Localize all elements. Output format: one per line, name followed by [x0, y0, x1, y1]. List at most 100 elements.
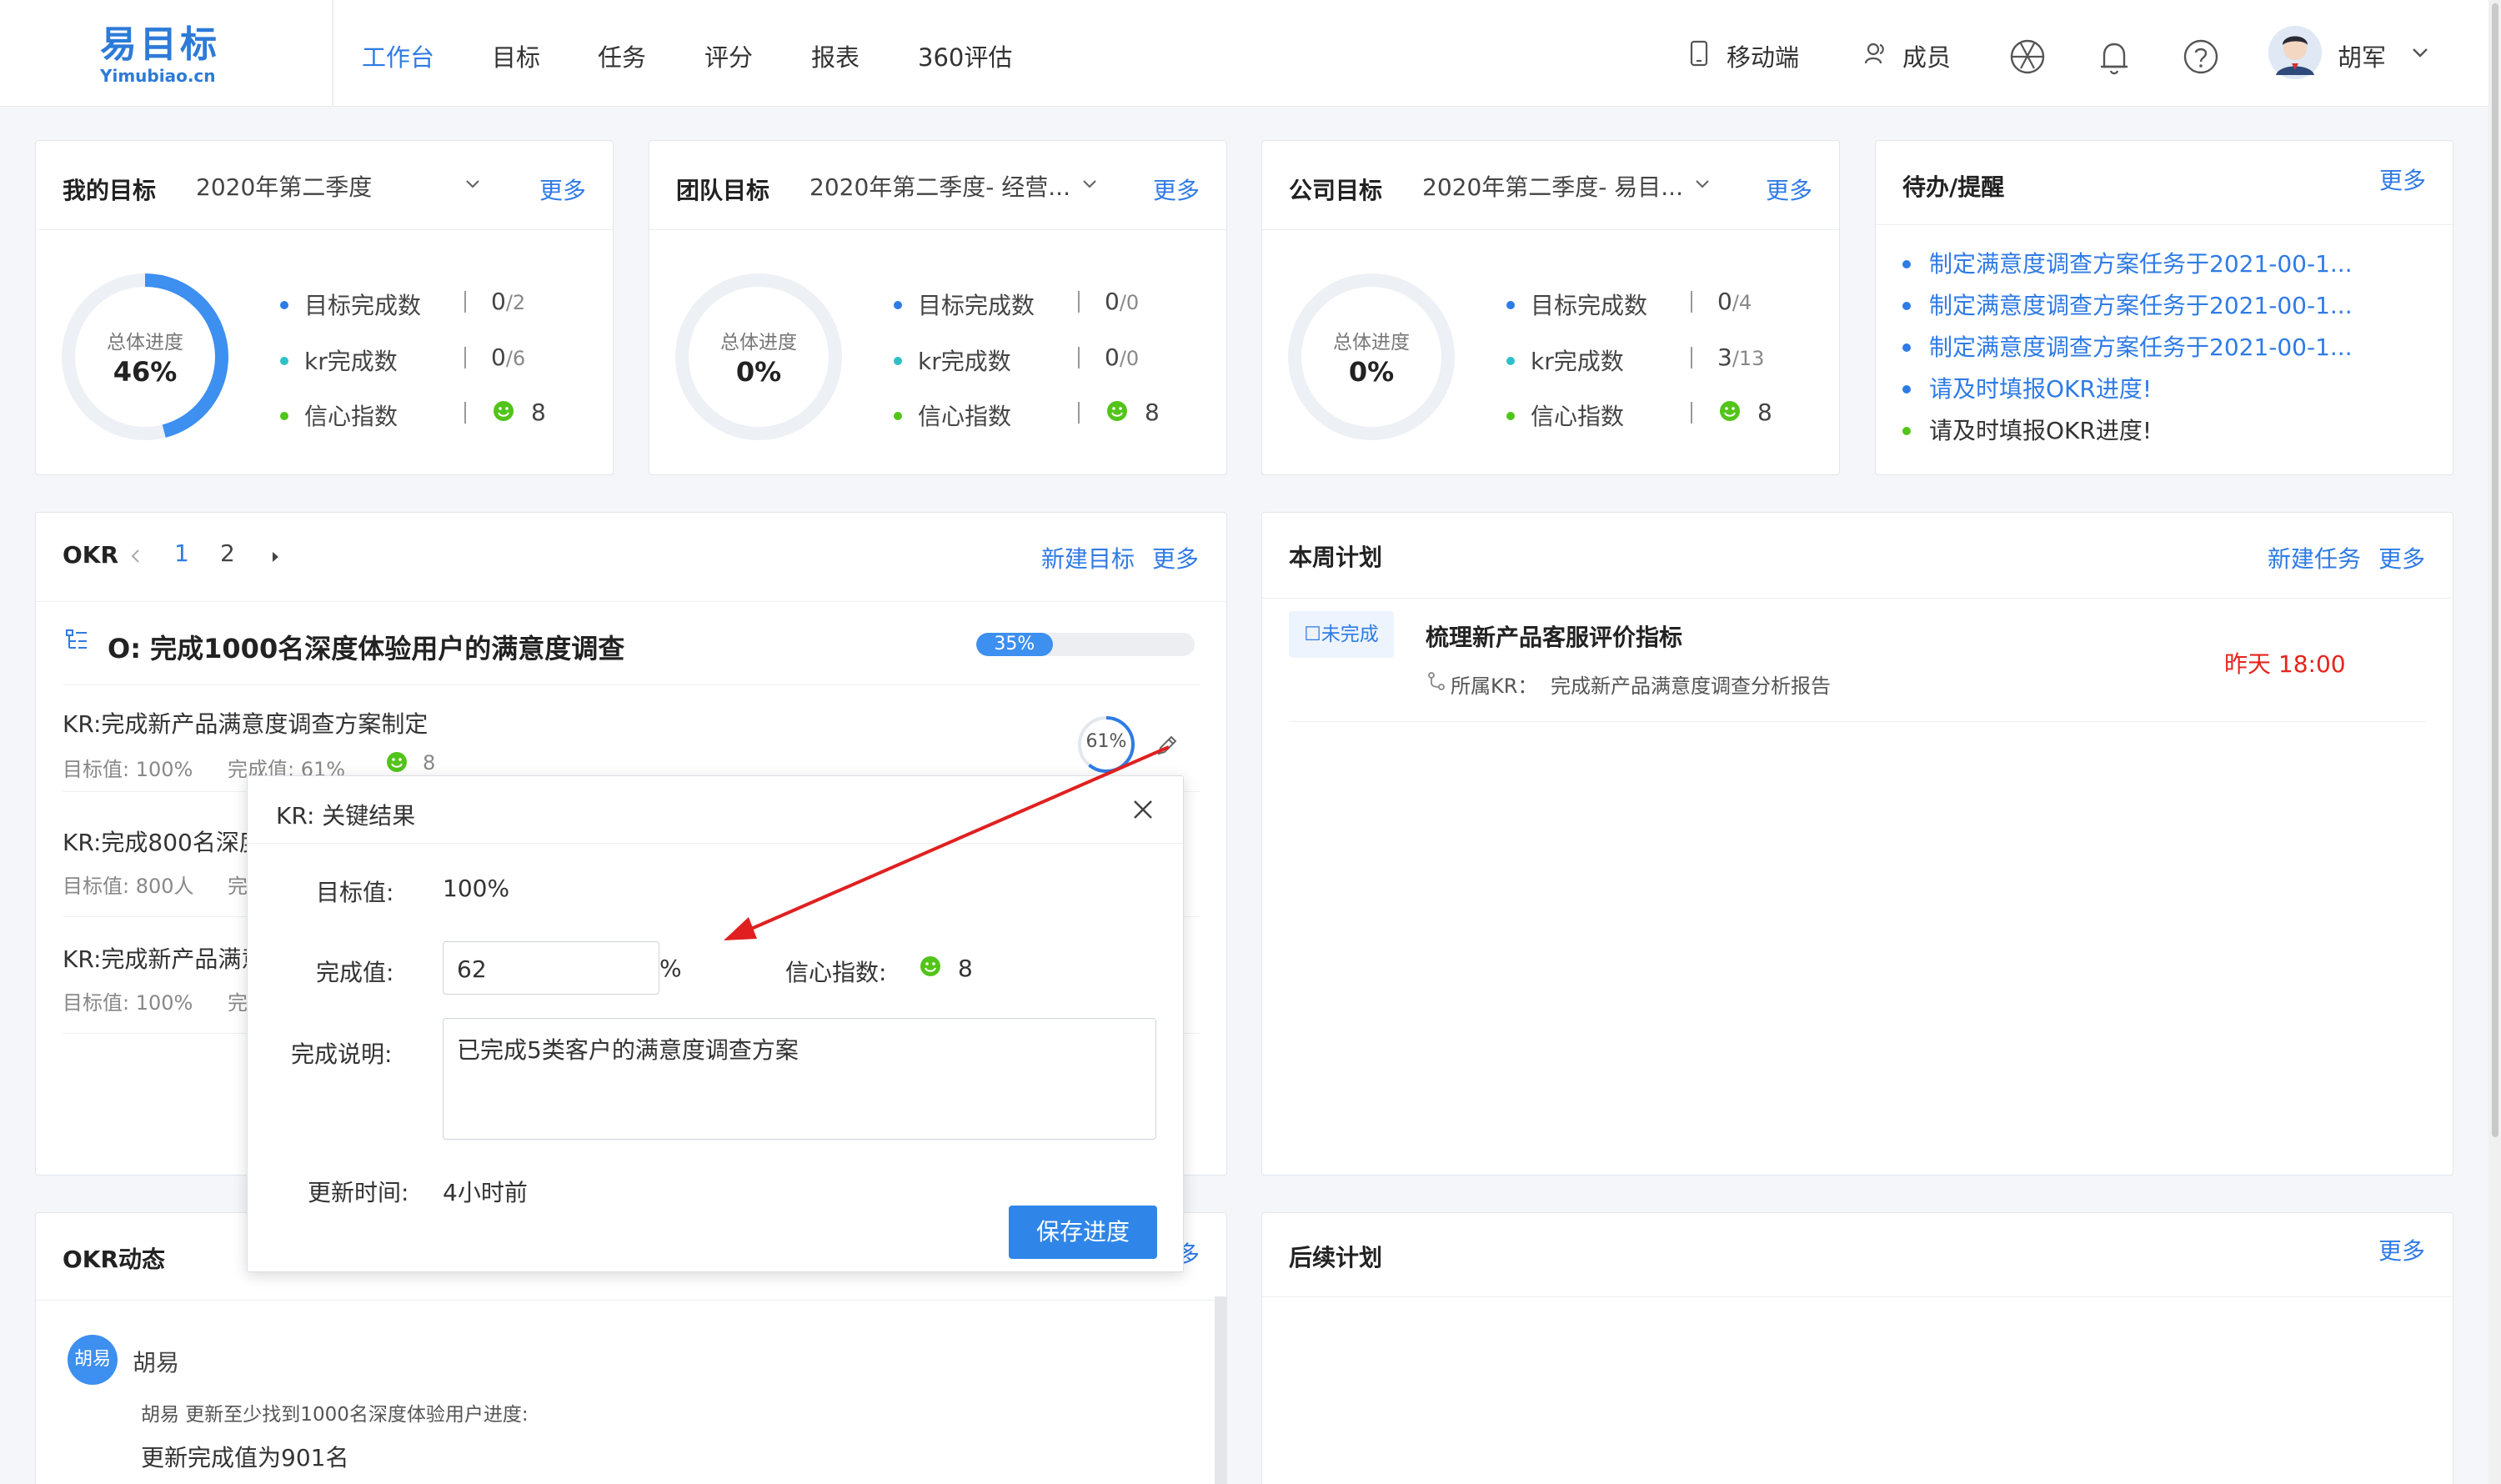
page-scrollbar-thumb[interactable]: [2492, 3, 2498, 1137]
objective-progress-bar: 35%: [976, 633, 1195, 656]
link-branch-icon: [1428, 672, 1445, 690]
page-2[interactable]: 2: [220, 539, 235, 567]
confidence-value[interactable]: 8: [958, 955, 973, 982]
page-1[interactable]: 1: [174, 539, 189, 567]
more-link[interactable]: 更多: [1152, 541, 1199, 574]
nav-reports[interactable]: 报表: [811, 38, 860, 73]
members-link[interactable]: 成员: [1902, 38, 1951, 73]
more-link[interactable]: 更多: [1766, 173, 1812, 206]
chevron-down-icon[interactable]: [1694, 179, 1711, 189]
kr-done-label: kr完成数: [304, 348, 398, 375]
more-link[interactable]: 更多: [2379, 163, 2426, 196]
bullet-dot: [1506, 357, 1515, 365]
nav-tasks[interactable]: 任务: [598, 38, 646, 73]
chevron-down-icon[interactable]: [2411, 47, 2429, 58]
task-title[interactable]: 梳理新产品客服评价指标: [1426, 619, 1682, 653]
todo-item[interactable]: 请及时填报OKR进度!: [1929, 413, 2152, 446]
more-link[interactable]: 更多: [539, 173, 586, 206]
update-time-label: 更新时间:: [308, 1179, 409, 1206]
mobile-icon[interactable]: [1689, 40, 1709, 67]
kr-done: 完: [228, 991, 248, 1015]
period-select[interactable]: 2020年第二季度- 经营...: [809, 169, 1070, 203]
mobile-link[interactable]: 移动端: [1727, 38, 1799, 73]
done-value-input[interactable]: 62: [443, 941, 659, 995]
next-plan-card: 后续计划 更多: [1261, 1212, 2453, 1484]
bullet-dot: [1902, 385, 1911, 394]
todo-item[interactable]: 制定满意度调查方案任务于2021-00-1...: [1929, 288, 2353, 321]
separator: [1078, 291, 1080, 313]
chevron-down-icon[interactable]: [464, 179, 481, 189]
save-progress-button[interactable]: 保存进度: [1009, 1206, 1157, 1259]
bullet-dot: [280, 412, 288, 420]
period-select[interactable]: 2020年第二季度- 易目...: [1422, 169, 1683, 203]
more-link[interactable]: 更多: [1153, 173, 1200, 206]
annotation-arrow-icon: [724, 745, 1170, 940]
feed-scrollbar[interactable]: [1215, 1296, 1226, 1484]
new-task-link[interactable]: 新建任务: [2268, 541, 2361, 574]
separator: [464, 291, 466, 313]
divider: [63, 684, 1200, 685]
kr-done-value: 0: [1105, 343, 1120, 371]
objective-title[interactable]: O: 完成1000名深度体验用户的满意度调查: [108, 628, 624, 666]
nav-scoring[interactable]: 评分: [704, 38, 753, 73]
divider: [1262, 598, 2453, 599]
help-icon[interactable]: [2183, 38, 2219, 75]
separator: [1078, 402, 1080, 424]
description-textarea[interactable]: 已完成5类客户的满意度调查方案: [443, 1018, 1156, 1140]
company-goal-card: 公司目标 2020年第二季度- 易目... 更多 总体进度 0% 目标完成数 0…: [1261, 140, 1840, 475]
todo-item[interactable]: 制定满意度调查方案任务于2021-00-1...: [1929, 246, 2353, 279]
nav-workbench[interactable]: 工作台: [362, 38, 434, 73]
separator: [1691, 291, 1692, 313]
kr-title[interactable]: KR:完成新产品满意度调查方案制定: [63, 706, 428, 739]
objective-tree-icon: [66, 629, 87, 649]
card-title: 我的目标: [63, 177, 157, 204]
update-time-value: 4小时前: [443, 1179, 528, 1206]
week-plan-card: 本周计划 新建任务 更多 ☐未完成 梳理新产品客服评价指标 所属KR： 完成新产…: [1261, 512, 2453, 1176]
new-goal-link[interactable]: 新建目标: [1041, 541, 1135, 574]
goal-done-value: 0: [1105, 288, 1120, 315]
task-kr-name[interactable]: 完成新产品满意度调查分析报告: [1551, 669, 1831, 699]
avatar[interactable]: 胡易: [68, 1335, 118, 1385]
divider: [1262, 1296, 2453, 1297]
done-label: 完成值:: [316, 959, 394, 986]
bullet-dot: [1506, 301, 1515, 309]
members-icon[interactable]: [1864, 42, 1889, 65]
divider: [1876, 224, 2453, 225]
user-avatar[interactable]: [2268, 25, 2323, 80]
divider: [36, 229, 613, 230]
more-link[interactable]: 更多: [2378, 541, 2425, 574]
kr-done-value: 0: [491, 343, 506, 371]
kr-title[interactable]: KR:完成新产品满意: [63, 941, 264, 975]
nav-360-review[interactable]: 360评估: [918, 38, 1012, 73]
objective-progress-fill: 35%: [976, 633, 1053, 656]
chevron-left-icon[interactable]: [129, 548, 141, 564]
logo-divider: [332, 0, 333, 107]
goal-total-value: /4: [1732, 291, 1752, 314]
kr-done-value: 3: [1717, 343, 1732, 371]
todo-item[interactable]: 请及时填报OKR进度!: [1929, 371, 2152, 404]
notification-bell-icon[interactable]: [2098, 38, 2131, 77]
feed-line-1: 胡易 更新至少找到1000名深度体验用户进度:: [141, 1404, 529, 1426]
chevron-right-icon[interactable]: [269, 549, 281, 564]
confidence-label: 信心指数: [918, 403, 1012, 430]
smiley-icon[interactable]: [920, 955, 941, 977]
bullet-dot: [1902, 343, 1911, 352]
user-name[interactable]: 胡军: [2338, 38, 2386, 73]
task-kr-label: 所属KR：: [1451, 674, 1538, 698]
nav-goals[interactable]: 目标: [492, 38, 540, 73]
card-title: 待办/提醒: [1902, 173, 2005, 201]
kr-title[interactable]: KR:完成800名深度: [63, 825, 263, 858]
more-link[interactable]: 更多: [2378, 1233, 2425, 1266]
todo-item[interactable]: 制定满意度调查方案任务于2021-00-1...: [1929, 329, 2353, 363]
chevron-down-icon[interactable]: [1081, 179, 1098, 189]
status-badge[interactable]: ☐未完成: [1289, 611, 1394, 658]
feed-user[interactable]: 胡易: [133, 1345, 179, 1378]
separator: [1691, 402, 1692, 424]
divider: [1262, 229, 1839, 230]
bullet-dot: [894, 412, 902, 420]
kr-target: 目标值: 800人: [63, 875, 194, 898]
description-text: 已完成5类客户的满意度调查方案: [457, 1036, 799, 1064]
app-logo[interactable]: 易目标 Yimubiao.cn: [100, 23, 233, 90]
aperture-icon[interactable]: [2009, 38, 2046, 75]
period-select[interactable]: 2020年第二季度: [196, 169, 372, 203]
